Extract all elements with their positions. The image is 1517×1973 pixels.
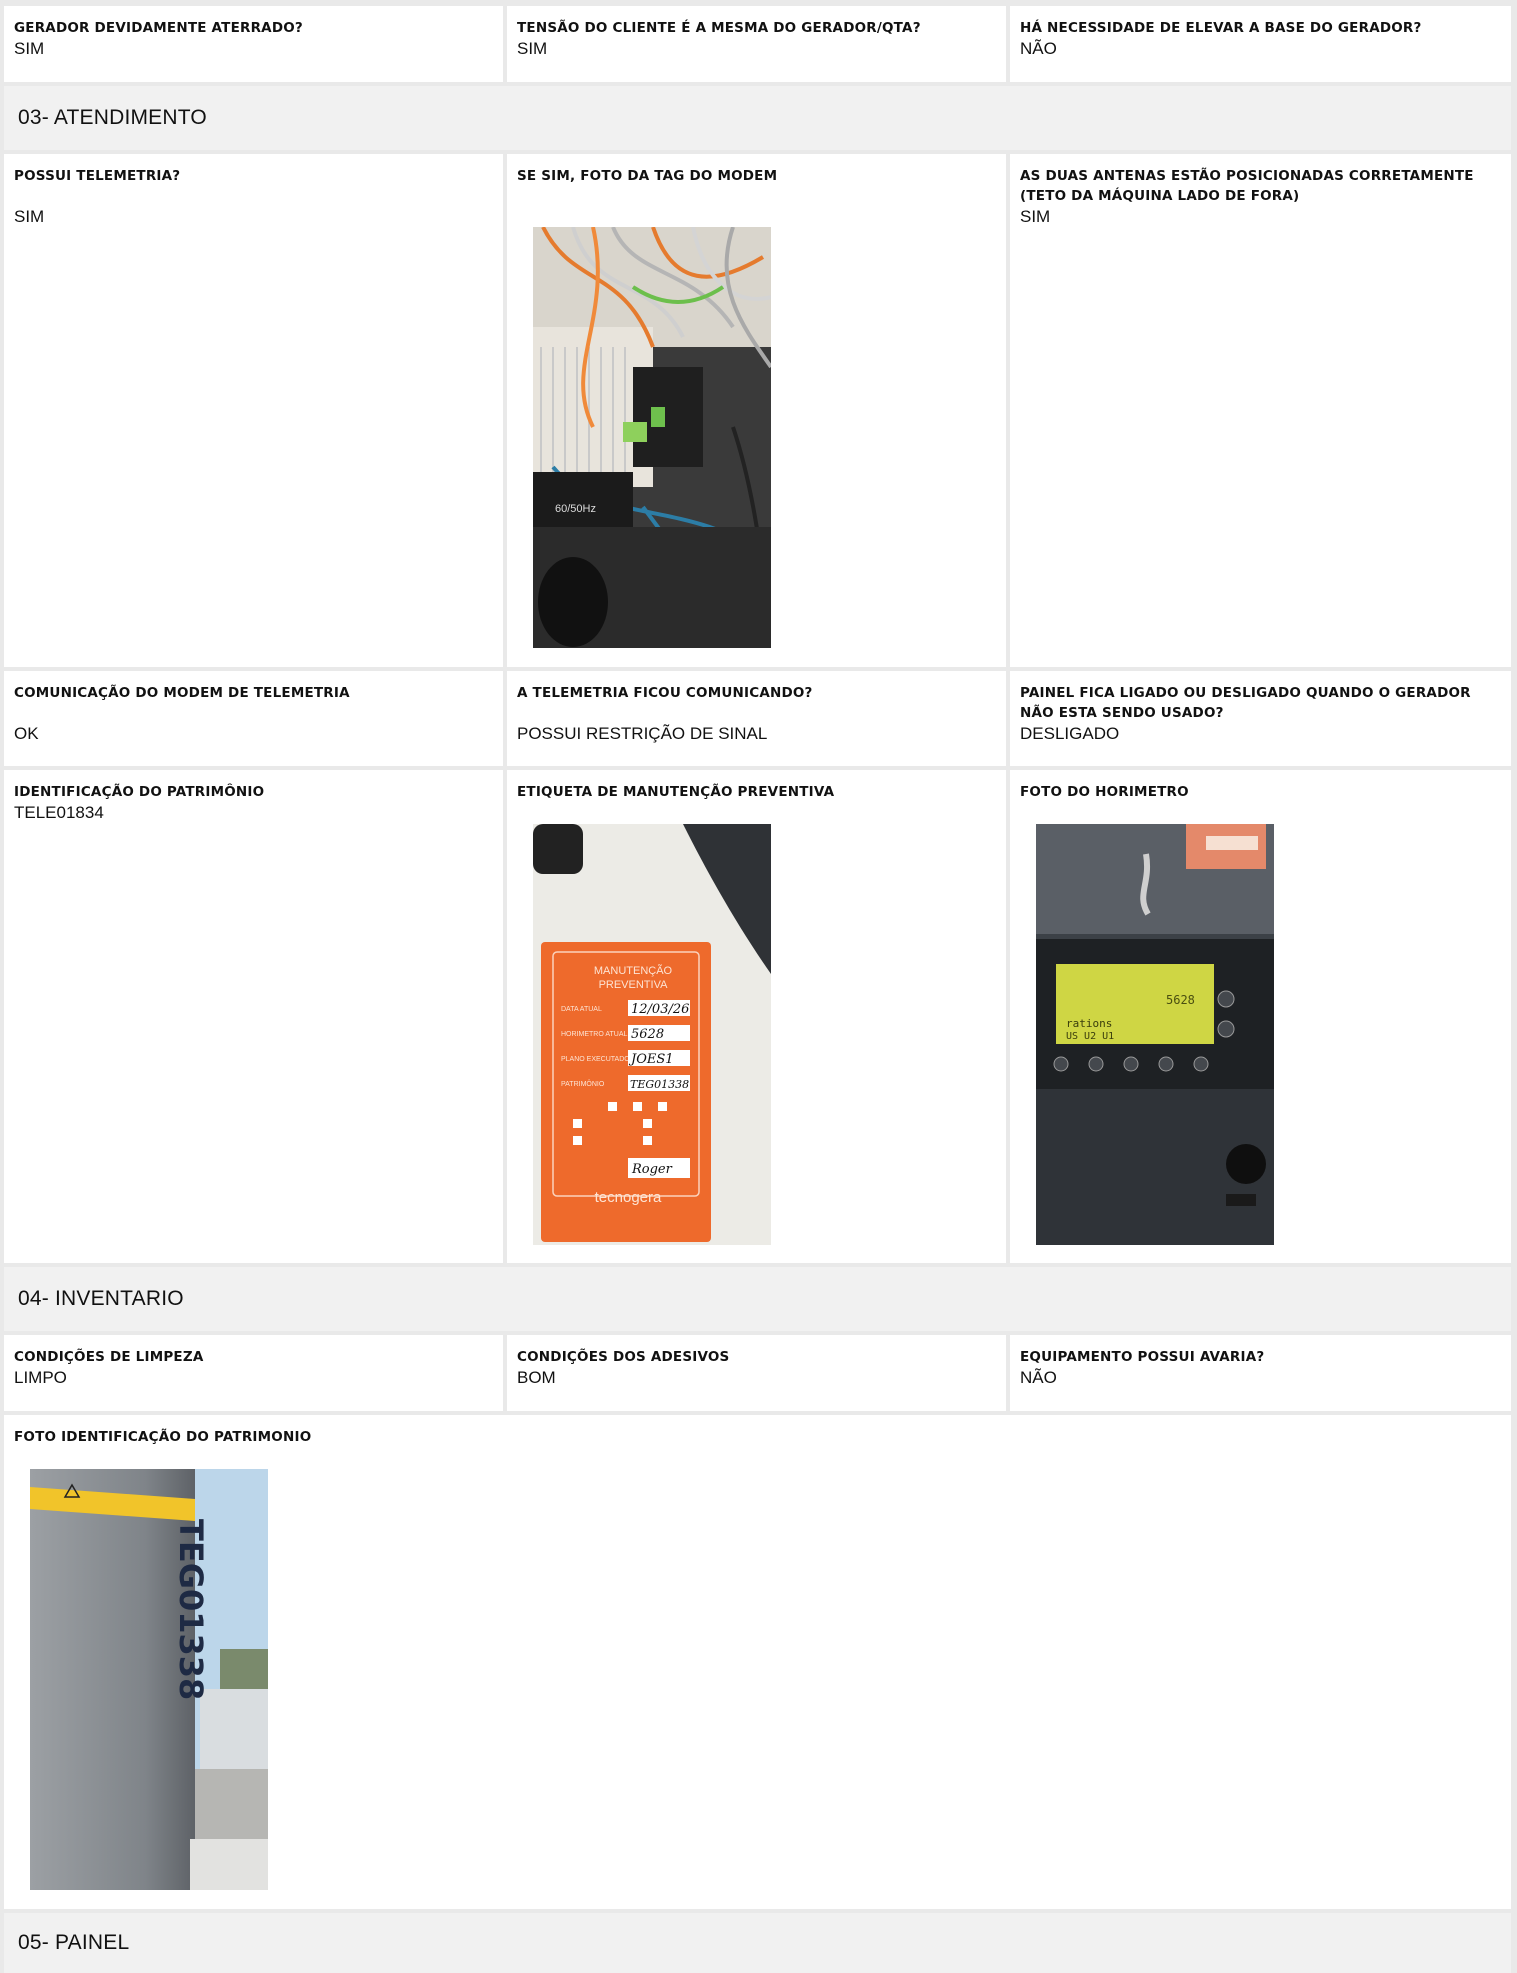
label-brand: tecnogera xyxy=(595,1189,662,1206)
field-value: LIMPO xyxy=(14,1368,67,1387)
field-value: BOM xyxy=(517,1368,556,1387)
field-grounded: GERADOR DEVIDAMENTE ATERRADO? SIM xyxy=(4,6,503,82)
field-label: IDENTIFICAÇÃO DO PATRIMÔNIO xyxy=(14,784,265,800)
section-header-inventario: 04- INVENTARIO xyxy=(4,1267,1511,1331)
maintenance-label-photo: MANUTENÇÃO PREVENTIVA DATA ATUAL 12/03/2… xyxy=(533,824,771,1245)
field-label: CONDIÇÕES DE LIMPEZA xyxy=(14,1349,204,1365)
field-value: DESLIGADO xyxy=(1020,724,1120,743)
field-label: AS DUAS ANTENAS ESTÃO POSICIONADAS CORRE… xyxy=(1020,168,1474,204)
field-panel-state: PAINEL FICA LIGADO OU DESLIGADO QUANDO O… xyxy=(1010,671,1511,766)
hourmeter-photo: 5628 rations US U2 U1 xyxy=(1036,824,1274,1245)
label-handwritten: TEG01338 xyxy=(630,1078,689,1091)
field-value: SIM xyxy=(14,39,45,58)
svg-text:Roger: Roger xyxy=(631,1162,673,1177)
field-label: A TELEMETRIA FICOU COMUNICANDO? xyxy=(517,685,813,701)
section-title: 05- PAINEL xyxy=(18,1931,130,1954)
field-label: SE SIM, FOTO DA TAG DO MODEM xyxy=(517,168,778,184)
field-damage: EQUIPAMENTO POSSUI AVARIA? NÃO xyxy=(1010,1335,1511,1411)
section-title: 03- ATENDIMENTO xyxy=(18,106,207,129)
label-handwritten: 5628 xyxy=(631,1027,664,1042)
field-value: SIM xyxy=(14,207,45,226)
field-elevate-base: HÁ NECESSIDADE DE ELEVAR A BASE DO GERAD… xyxy=(1010,6,1511,82)
field-telemetry-communicating: A TELEMETRIA FICOU COMUNICANDO? POSSUI R… xyxy=(507,671,1006,766)
field-value: SIM xyxy=(1020,207,1051,226)
field-label: PAINEL FICA LIGADO OU DESLIGADO QUANDO O… xyxy=(1020,685,1471,721)
label-title-1: MANUTENÇÃO xyxy=(594,964,673,977)
field-value: OK xyxy=(14,724,39,743)
label-handwritten: 12/03/26 xyxy=(631,1002,689,1017)
label-field: HORIMETRO ATUAL xyxy=(561,1031,627,1038)
field-sticker-conditions: CONDIÇÕES DOS ADESIVOS BOM xyxy=(507,1335,1006,1411)
section-title: 04- INVENTARIO xyxy=(18,1287,184,1310)
field-modem-communication: COMUNICAÇÃO DO MODEM DE TELEMETRIA OK xyxy=(4,671,503,766)
field-label: COMUNICAÇÃO DO MODEM DE TELEMETRIA xyxy=(14,685,350,701)
svg-text:60/50Hz: 60/50Hz xyxy=(555,503,596,515)
field-value: NÃO xyxy=(1020,39,1057,58)
field-value: POSSUI RESTRIÇÃO DE SINAL xyxy=(517,724,768,743)
lcd-line-2: rations xyxy=(1066,1017,1112,1030)
label-title-2: PREVENTIVA xyxy=(599,979,669,991)
field-label: POSSUI TELEMETRIA? xyxy=(14,168,181,184)
field-value: NÃO xyxy=(1020,1368,1057,1387)
field-label: EQUIPAMENTO POSSUI AVARIA? xyxy=(1020,1349,1265,1365)
field-label: FOTO DO HORIMETRO xyxy=(1020,784,1189,800)
field-voltage-match: TENSÃO DO CLIENTE É A MESMA DO GERADOR/Q… xyxy=(507,6,1006,82)
label-field: PLANO EXECUTADO xyxy=(561,1056,630,1063)
field-value: SIM xyxy=(517,39,548,58)
field-label: TENSÃO DO CLIENTE É A MESMA DO GERADOR/Q… xyxy=(517,20,921,36)
label-handwritten: JOES1 xyxy=(628,1052,674,1067)
field-asset-identification: IDENTIFICAÇÃO DO PATRIMÔNIO TELE01834 xyxy=(4,770,503,1263)
label-field: DATA ATUAL xyxy=(561,1006,602,1013)
field-label: FOTO IDENTIFICAÇÃO DO PATRIMONIO xyxy=(14,1429,312,1445)
stencil-text: TEG01338 xyxy=(172,1519,210,1700)
lcd-line-1: 5628 xyxy=(1166,993,1195,1007)
field-label: ETIQUETA DE MANUTENÇÃO PREVENTIVA xyxy=(517,784,835,800)
asset-id-photo: TEG01338 xyxy=(30,1469,268,1890)
section-header-painel: 05- PAINEL xyxy=(4,1913,1511,1973)
lcd-line-3: US U2 U1 xyxy=(1066,1031,1114,1042)
field-label: CONDIÇÕES DOS ADESIVOS xyxy=(517,1349,730,1365)
field-cleaning-conditions: CONDIÇÕES DE LIMPEZA LIMPO xyxy=(4,1335,503,1411)
modem-tag-photo: 60/50Hz xyxy=(533,227,771,648)
field-label: HÁ NECESSIDADE DE ELEVAR A BASE DO GERAD… xyxy=(1020,20,1422,36)
inspection-report-page: GERADOR DEVIDAMENTE ATERRADO? SIM TENSÃO… xyxy=(0,0,1517,1973)
field-label: GERADOR DEVIDAMENTE ATERRADO? xyxy=(14,20,303,36)
field-has-telemetry: POSSUI TELEMETRIA? SIM xyxy=(4,154,503,667)
field-value: TELE01834 xyxy=(14,803,104,822)
field-antennas-position: AS DUAS ANTENAS ESTÃO POSICIONADAS CORRE… xyxy=(1010,154,1511,667)
section-header-atendimento: 03- ATENDIMENTO xyxy=(4,86,1511,150)
label-field: PATRIMÔNIO xyxy=(561,1079,605,1088)
